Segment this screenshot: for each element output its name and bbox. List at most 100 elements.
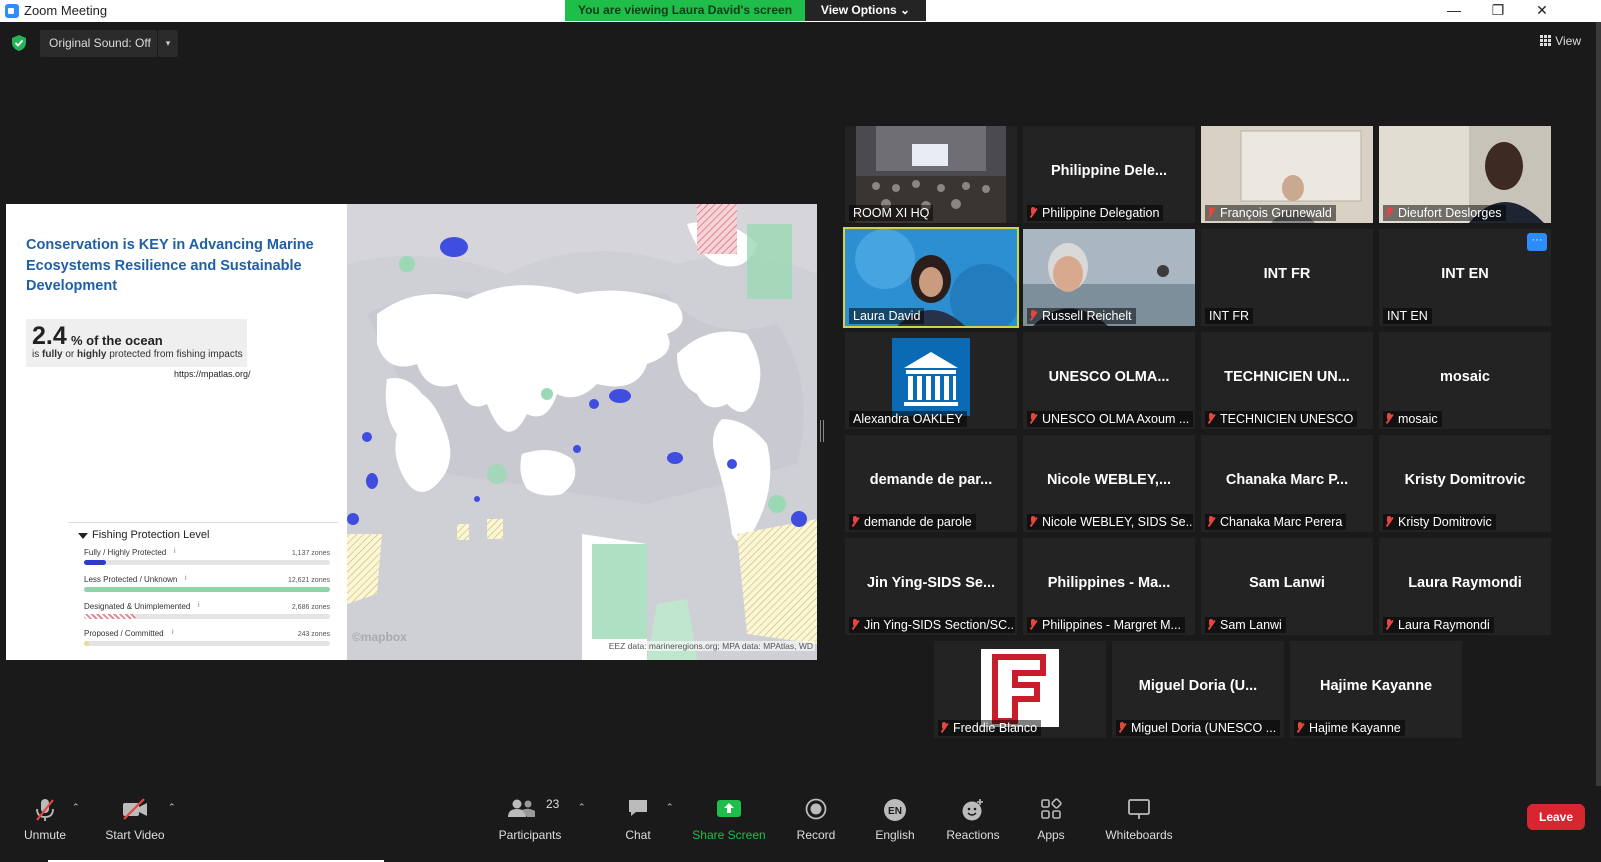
more-options-button[interactable]: ··· <box>1527 233 1547 251</box>
participant-tile[interactable]: mosaic mosaic <box>1379 332 1551 429</box>
mapbox-logo: ©mapbox <box>352 630 407 644</box>
start-video-button[interactable]: Start Video <box>95 792 175 842</box>
participants-options-caret[interactable]: ⌃ <box>578 802 586 813</box>
apps-button[interactable]: Apps <box>1011 792 1091 842</box>
participant-name-label: Miguel Doria (UNESCO ... <box>1116 720 1281 736</box>
map-attribution[interactable]: EEZ data: marineregions.org; MPA data: M… <box>606 641 815 651</box>
participant-display-name: Sam Lanwi <box>1249 575 1325 591</box>
chat-options-caret[interactable]: ⌃ <box>666 802 674 813</box>
muted-mic-icon <box>1029 207 1037 218</box>
info-icon[interactable]: i <box>198 602 200 609</box>
participant-name-label: Chanaka Marc Perera <box>1205 514 1347 530</box>
participant-tile[interactable]: Laura Raymondi Laura Raymondi <box>1379 538 1551 635</box>
panel-splitter-handle[interactable] <box>820 420 824 442</box>
participant-display-name: TECHNICIEN UN... <box>1224 369 1350 385</box>
participant-tile[interactable]: François Grunewald <box>1201 126 1373 223</box>
participants-button[interactable]: 23 Participants <box>490 792 570 842</box>
participant-tile[interactable]: Hajime Kayanne Hajime Kayanne <box>1290 641 1462 738</box>
record-label: Record <box>796 828 836 842</box>
shield-icon[interactable] <box>12 35 26 51</box>
participant-name-label: François Grunewald <box>1205 205 1336 221</box>
participant-name-label: Russell Reichelt <box>1027 308 1136 324</box>
muted-mic-icon <box>940 722 948 733</box>
share-screen-button[interactable]: Share Screen <box>689 792 769 842</box>
original-sound-menu-caret[interactable]: ▾ <box>158 30 178 57</box>
participant-tile[interactable]: ROOM XI HQ <box>845 126 1017 223</box>
legend-row-bar <box>84 587 330 592</box>
stat-source-link[interactable]: https://mpatlas.org/ <box>174 369 251 379</box>
video-options-caret[interactable]: ⌃ <box>168 802 176 813</box>
reactions-button[interactable]: Reactions <box>933 792 1013 842</box>
info-icon[interactable]: i <box>172 629 174 636</box>
participant-tile[interactable]: Miguel Doria (U... Miguel Doria (UNESCO .… <box>1112 641 1284 738</box>
audio-options-caret[interactable]: ⌃ <box>72 802 80 813</box>
participant-tile[interactable]: INT EN INT EN ··· <box>1379 229 1551 326</box>
participant-tile[interactable]: Sam Lanwi Sam Lanwi <box>1201 538 1373 635</box>
gallery-scrollbar[interactable] <box>1596 22 1601 792</box>
participant-tile[interactable]: Jin Ying-SIDS Se... Jin Ying-SIDS Section… <box>845 538 1017 635</box>
participant-name-label: Kristy Domitrovic <box>1383 514 1496 530</box>
minimize-button[interactable]: — <box>1432 0 1476 22</box>
view-label: View <box>1555 34 1581 48</box>
participant-display-name: INT FR <box>1263 266 1311 282</box>
shared-screen[interactable]: Conservation is KEY in Advancing Marine … <box>6 204 817 660</box>
participant-tile[interactable]: UNESCO OLMA... UNESCO OLMA Axoum ... <box>1023 332 1195 429</box>
muted-mic-icon <box>851 516 859 527</box>
participant-tile[interactable]: demande de par... demande de parole <box>845 435 1017 532</box>
participant-tile[interactable]: Chanaka Marc P... Chanaka Marc Perera <box>1201 435 1373 532</box>
info-icon[interactable]: i <box>174 548 176 555</box>
leave-meeting-button[interactable]: Leave <box>1527 804 1585 830</box>
whiteboards-label: Whiteboards <box>1105 828 1173 842</box>
legend-row: Less Protected / Unknown i 12,621 zones <box>84 575 330 601</box>
participant-name-label: demande de parole <box>849 514 976 530</box>
legend-row-label: Less Protected / Unknown <box>84 575 178 584</box>
legend-row-bar <box>84 614 330 619</box>
participant-display-name: Philippines - Ma... <box>1047 575 1171 591</box>
participant-tile[interactable]: Russell Reichelt <box>1023 229 1195 326</box>
grid-icon <box>1540 35 1552 46</box>
participant-tile[interactable]: Philippine Dele... Philippine Delegation <box>1023 126 1195 223</box>
legend-row-fill <box>84 641 89 646</box>
whiteboards-button[interactable]: Whiteboards <box>1099 792 1179 842</box>
participant-display-name: INT EN <box>1441 266 1489 282</box>
view-options-button[interactable]: View Options ⌄ <box>805 0 926 21</box>
world-mpa-map[interactable] <box>347 204 817 660</box>
view-layout-button[interactable]: View <box>1540 34 1581 48</box>
chat-label: Chat <box>625 828 651 842</box>
muted-mic-icon <box>1029 310 1037 321</box>
smiley-icon <box>962 799 983 821</box>
chat-button[interactable]: Chat <box>598 792 678 842</box>
info-icon[interactable]: i <box>185 575 187 582</box>
chat-icon <box>629 800 647 816</box>
zoom-app-icon <box>5 4 19 18</box>
participant-count: 23 <box>546 797 560 811</box>
record-icon <box>805 798 827 820</box>
legend-row-count: 2,686 zones <box>291 604 330 611</box>
legend-row-count: 243 zones <box>297 631 330 638</box>
legend-row-label: Proposed / Committed <box>84 629 164 638</box>
participant-tile[interactable]: TECHNICIEN UN... TECHNICIEN UNESCO <box>1201 332 1373 429</box>
apps-label: Apps <box>1037 828 1065 842</box>
participant-name-label: Laura Raymondi <box>1383 617 1494 633</box>
participant-tile[interactable]: Alexandra OAKLEY <box>845 332 1017 429</box>
participants-label: Participants <box>498 828 562 842</box>
participant-tile[interactable]: Kristy Domitrovic Kristy Domitrovic <box>1379 435 1551 532</box>
original-sound-toggle[interactable]: Original Sound: Off <box>40 30 157 57</box>
record-button[interactable]: Record <box>776 792 856 842</box>
close-button[interactable]: ✕ <box>1520 0 1564 22</box>
participant-tile[interactable]: Dieufort Deslorges <box>1379 126 1551 223</box>
language-interpretation-button[interactable]: EN English <box>855 792 935 842</box>
participant-tile[interactable]: INT FR INT FR <box>1201 229 1373 326</box>
participant-tile[interactable]: Nicole WEBLEY,... Nicole WEBLEY, SIDS Se.… <box>1023 435 1195 532</box>
maximize-button[interactable]: ❐ <box>1476 0 1520 22</box>
english-label: English <box>875 828 915 842</box>
globe-language-icon: EN <box>884 799 906 821</box>
participant-tile[interactable]: Freddie Blanco <box>934 641 1106 738</box>
participant-display-name: demande de par... <box>869 472 993 488</box>
unmute-button[interactable]: Unmute <box>5 792 85 842</box>
participant-tile[interactable]: Laura David <box>843 227 1019 328</box>
participant-display-name: Miguel Doria (U... <box>1138 678 1258 694</box>
participant-name-label: INT FR <box>1205 308 1254 324</box>
legend-title[interactable]: Fishing Protection Level <box>77 529 209 541</box>
participant-tile[interactable]: Philippines - Ma... Philippines - Margret… <box>1023 538 1195 635</box>
